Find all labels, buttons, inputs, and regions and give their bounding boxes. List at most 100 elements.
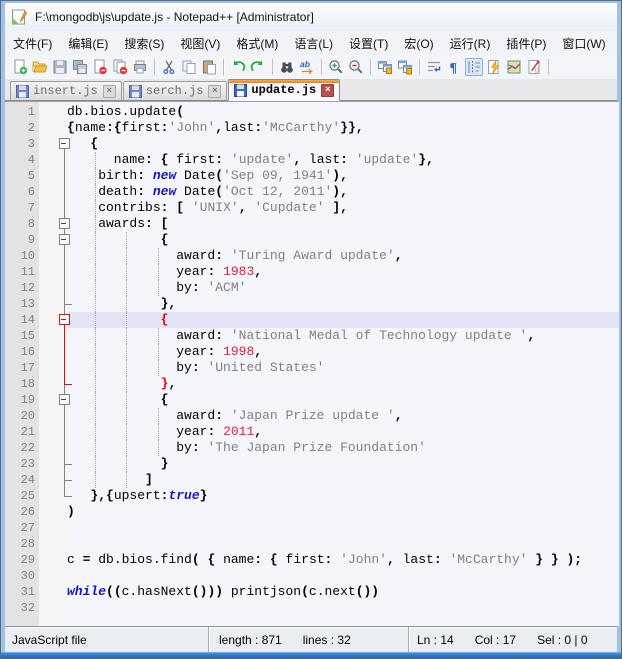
line-number: 14 [5, 312, 35, 328]
code-editor[interactable]: 1db.bios.update(2{name:{first:'John',las… [5, 101, 619, 626]
redo-button[interactable] [249, 58, 267, 76]
code-line-25[interactable]: 25 },{upsert:true} [5, 488, 619, 504]
code-line-17[interactable]: 17 by: 'United States' [5, 360, 619, 376]
fold-margin-mark [39, 280, 67, 296]
line-number: 25 [5, 488, 35, 504]
code-line-10[interactable]: 10 award: 'Turing Award update', [5, 248, 619, 264]
code-text: { [67, 136, 98, 152]
fold-margin-mark [39, 440, 67, 456]
tab-close-icon[interactable]: × [321, 84, 334, 97]
code-line-12[interactable]: 12 by: 'ACM' [5, 280, 619, 296]
code-line-14[interactable]: 14 { [5, 312, 619, 328]
code-line-23[interactable]: 23 } [5, 456, 619, 472]
code-line-1[interactable]: 1db.bios.update( [5, 104, 619, 120]
menu-item-3[interactable]: 视图(V) [172, 32, 228, 55]
code-line-16[interactable]: 16 year: 1998, [5, 344, 619, 360]
tab-serch-js[interactable]: serch.js× [123, 81, 228, 100]
save-all-button[interactable] [71, 58, 89, 76]
code-text: year: 2011, [67, 424, 262, 440]
zoom-out-button[interactable] [347, 58, 365, 76]
code-line-11[interactable]: 11 year: 1983, [5, 264, 619, 280]
zoom-in-button[interactable] [327, 58, 345, 76]
copy-button[interactable] [180, 58, 198, 76]
menu-item-11[interactable]: ? [614, 33, 622, 53]
line-number: 8 [5, 216, 35, 232]
menu-item-2[interactable]: 搜索(S) [116, 32, 172, 55]
close-file-button[interactable] [91, 58, 109, 76]
close-file-icon [92, 59, 108, 75]
menu-item-9[interactable]: 插件(P) [498, 32, 554, 55]
code-line-29[interactable]: 29c = db.bios.find( { name: { first: 'Jo… [5, 552, 619, 568]
menu-item-4[interactable]: 格式(M) [228, 32, 286, 55]
code-line-22[interactable]: 22 by: 'The Japan Prize Foundation' [5, 440, 619, 456]
open-file-button[interactable] [31, 58, 49, 76]
word-wrap-button[interactable] [425, 58, 443, 76]
close-all-button[interactable] [111, 58, 129, 76]
menu-item-6[interactable]: 设置(T) [341, 32, 396, 55]
code-line-21[interactable]: 21 year: 2011, [5, 424, 619, 440]
fold-toggle-icon[interactable] [39, 392, 67, 408]
code-line-6[interactable]: 6 death: new Date('Oct 12, 2011'), [5, 184, 619, 200]
undo-button[interactable] [229, 58, 247, 76]
code-line-31[interactable]: 31while((c.hasNext())) printjson(c.next(… [5, 584, 619, 600]
show-all-chars-button[interactable]: ¶ [445, 58, 463, 76]
code-line-18[interactable]: 18 }, [5, 376, 619, 392]
code-line-24[interactable]: 24 ] [5, 472, 619, 488]
sync-scroll-h-button[interactable] [396, 58, 414, 76]
function-list-button[interactable]: D [525, 58, 543, 76]
paste-button[interactable] [200, 58, 218, 76]
code-line-5[interactable]: 5 birth: new Date('Sep 09, 1941'), [5, 168, 619, 184]
fold-margin-mark [39, 376, 67, 392]
new-file-button[interactable] [11, 58, 29, 76]
tab-update-js[interactable]: update.js× [228, 79, 340, 101]
tab-insert-js[interactable]: insert.js× [10, 81, 122, 100]
save-all-icon [72, 59, 88, 75]
menu-item-5[interactable]: 语言(L) [286, 32, 341, 55]
tab-close-icon[interactable]: × [103, 85, 116, 98]
code-text: by: 'ACM' [67, 280, 246, 296]
code-rows: 1db.bios.update(2{name:{first:'John',las… [5, 104, 619, 616]
fold-toggle-icon[interactable] [39, 312, 67, 328]
menu-item-0[interactable]: 文件(F) [5, 32, 60, 55]
code-line-19[interactable]: 19 { [5, 392, 619, 408]
code-line-20[interactable]: 20 award: 'Japan Prize update ', [5, 408, 619, 424]
fold-toggle-icon[interactable] [39, 216, 67, 232]
code-line-2[interactable]: 2{name:{first:'John',last:'McCarthy'}}, [5, 120, 619, 136]
sync-scroll-v-button[interactable] [376, 58, 394, 76]
line-number: 21 [5, 424, 35, 440]
code-line-7[interactable]: 7 contribs: [ 'UNIX', 'Cupdate' ], [5, 200, 619, 216]
cut-button[interactable] [160, 58, 178, 76]
code-line-27[interactable]: 27 [5, 520, 619, 536]
code-line-3[interactable]: 3 { [5, 136, 619, 152]
menu-item-10[interactable]: 窗口(W) [554, 32, 613, 55]
find-button[interactable] [278, 58, 296, 76]
line-number: 16 [5, 344, 35, 360]
saved-file-icon [234, 84, 247, 97]
user-define-dialog-button[interactable] [485, 58, 503, 76]
menu-item-1[interactable]: 编辑(E) [60, 32, 116, 55]
show-indent-guide-button[interactable] [465, 58, 483, 76]
code-line-9[interactable]: 9 { [5, 232, 619, 248]
code-line-4[interactable]: 4 name: { first: 'update', last: 'update… [5, 152, 619, 168]
code-line-15[interactable]: 15 award: 'National Medal of Technology … [5, 328, 619, 344]
fold-toggle-icon[interactable] [39, 136, 67, 152]
code-text: award: 'National Medal of Technology upd… [67, 328, 535, 344]
save-file-icon [52, 59, 68, 75]
title-bar[interactable]: F:\mongodb\js\update.js - Notepad++ [Adm… [5, 3, 617, 32]
code-line-8[interactable]: 8 awards: [ [5, 216, 619, 232]
save-file-button[interactable] [51, 58, 69, 76]
fold-margin-mark [39, 408, 67, 424]
print-button[interactable] [131, 58, 149, 76]
code-line-13[interactable]: 13 }, [5, 296, 619, 312]
menu-item-8[interactable]: 运行(R) [442, 32, 499, 55]
code-line-28[interactable]: 28 [5, 536, 619, 552]
line-number: 9 [5, 232, 35, 248]
fold-toggle-icon[interactable] [39, 232, 67, 248]
code-line-30[interactable]: 30 [5, 568, 619, 584]
menu-item-7[interactable]: 宏(O) [396, 32, 441, 55]
code-line-26[interactable]: 26) [5, 504, 619, 520]
document-map-button[interactable] [505, 58, 523, 76]
tab-close-icon[interactable]: × [208, 85, 221, 98]
code-line-32[interactable]: 32 [5, 600, 619, 616]
replace-button[interactable]: ab [298, 58, 316, 76]
